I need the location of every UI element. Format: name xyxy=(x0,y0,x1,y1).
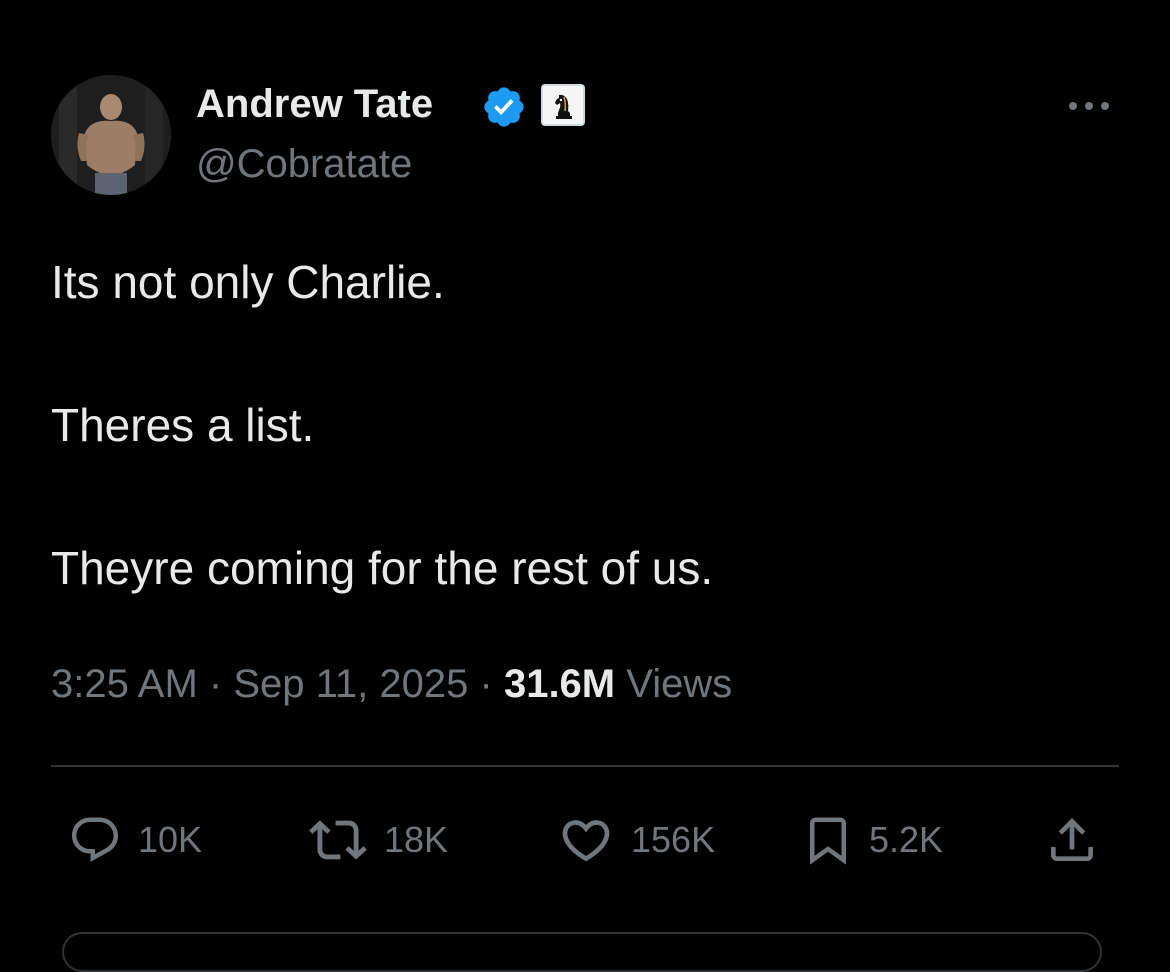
heart-icon xyxy=(562,820,610,862)
tweet-text-line: Theyre coming for the rest of us. xyxy=(51,542,714,594)
retweet-button[interactable]: 18K xyxy=(306,810,448,870)
handle[interactable]: @Cobratate xyxy=(196,140,412,188)
display-name[interactable]: Andrew Tate xyxy=(196,80,433,128)
verified-badge-icon[interactable] xyxy=(481,84,527,130)
tweet-date[interactable]: Sep 11, 2025 xyxy=(233,662,468,706)
tweet-meta: 3:25 AM · Sep 11, 2025 · 31.6M Views xyxy=(51,660,732,708)
meta-separator: · xyxy=(208,662,223,706)
reply-icon xyxy=(71,817,119,862)
share-button[interactable] xyxy=(1044,810,1100,870)
avatar[interactable] xyxy=(51,75,171,195)
like-button[interactable]: 156K xyxy=(555,810,715,870)
bookmark-button[interactable]: 5.2K xyxy=(801,810,943,870)
reply-button[interactable]: 10K xyxy=(66,810,202,870)
reply-count: 10K xyxy=(138,819,203,860)
bookmark-count: 5.2K xyxy=(869,819,944,860)
divider xyxy=(51,765,1119,767)
reply-composer[interactable] xyxy=(62,932,1102,972)
tweet-text-line: Theres a list. xyxy=(51,399,315,451)
retweet-count: 18K xyxy=(384,819,449,860)
tweet-text-line: Its not only Charlie. xyxy=(51,256,445,308)
tweet-time[interactable]: 3:25 AM xyxy=(51,662,198,706)
retweet-icon xyxy=(309,820,367,860)
share-icon xyxy=(1051,818,1093,861)
bookmark-icon xyxy=(810,817,846,865)
more-options-icon[interactable] xyxy=(1064,96,1114,116)
views-label[interactable]: Views xyxy=(626,662,732,706)
chess-knight-icon[interactable] xyxy=(541,84,585,126)
views-count[interactable]: 31.6M xyxy=(504,662,615,706)
meta-separator: · xyxy=(479,662,493,706)
like-count: 156K xyxy=(631,819,716,860)
